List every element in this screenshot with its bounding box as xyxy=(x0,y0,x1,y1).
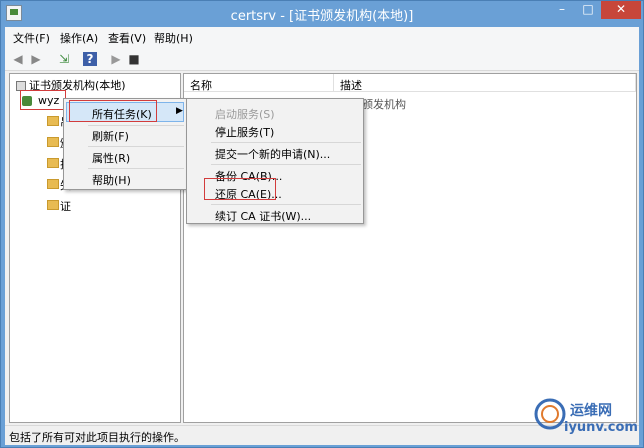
separator xyxy=(88,168,184,169)
separator xyxy=(88,125,184,126)
folder-icon xyxy=(47,158,59,168)
folder-icon xyxy=(47,116,59,126)
menu-help[interactable]: 帮助(H) xyxy=(154,30,193,46)
separator xyxy=(211,142,361,143)
column-name-header[interactable]: 名称 xyxy=(184,74,334,92)
menu-properties[interactable]: 属性(R) xyxy=(92,150,130,166)
selection-highlight-box xyxy=(20,90,66,110)
back-icon[interactable]: ◀ xyxy=(11,52,25,66)
status-text: 包括了所有可对此项目执行的操作。 xyxy=(9,431,185,444)
export-list-icon[interactable]: ⇲ xyxy=(57,52,71,66)
folder-icon xyxy=(47,179,59,189)
menu-file[interactable]: 文件(F) xyxy=(13,30,50,46)
maximize-button[interactable]: □ xyxy=(575,1,601,19)
separator xyxy=(211,204,361,205)
start-service-icon[interactable]: ▶ xyxy=(109,52,123,66)
help-icon[interactable]: ? xyxy=(83,52,97,66)
watermark-logo: 运维网 iyunv.com xyxy=(530,392,638,435)
all-tasks-submenu: 启动服务(S) 停止服务(T) 提交一个新的申请(N)... 备份 CA(B).… xyxy=(186,98,364,224)
menu-renew-ca[interactable]: 续订 CA 证书(W)... xyxy=(215,208,311,224)
menu-submit-request[interactable]: 提交一个新的申请(N)... xyxy=(215,146,330,162)
all-tasks-highlight-box xyxy=(69,100,157,122)
column-desc-header[interactable]: 描述 xyxy=(334,74,636,92)
close-button[interactable]: ✕ xyxy=(601,1,641,19)
tree-child-label[interactable]: 证 xyxy=(60,198,71,214)
title-bar: certsrv - [证书颁发机构(本地)] – □ ✕ xyxy=(1,1,643,27)
watermark-cn: 运维网 xyxy=(570,403,612,419)
menu-bar: 文件(F) 操作(A) 查看(V) 帮助(H) xyxy=(5,27,639,47)
client-area: 文件(F) 操作(A) 查看(V) 帮助(H) ◀ ▶ ⇲ ? ▶ ■ 证书颁发… xyxy=(5,27,639,445)
separator xyxy=(88,146,184,147)
folder-icon xyxy=(47,137,59,147)
menu-view[interactable]: 查看(V) xyxy=(108,30,146,46)
restore-ca-highlight-box xyxy=(204,178,276,200)
folder-icon xyxy=(47,200,59,210)
menu-start-service[interactable]: 启动服务(S) xyxy=(215,106,275,122)
watermark-url: iyunv.com xyxy=(564,420,638,435)
menu-refresh[interactable]: 刷新(F) xyxy=(92,128,129,144)
window-title: certsrv - [证书颁发机构(本地)] xyxy=(230,9,414,24)
minimize-button[interactable]: – xyxy=(549,1,575,19)
submenu-arrow-icon: ▶ xyxy=(176,106,183,116)
menu-help-ctx[interactable]: 帮助(H) xyxy=(92,172,131,188)
stop-service-icon[interactable]: ■ xyxy=(127,52,141,66)
toolbar: ◀ ▶ ⇲ ? ▶ ■ xyxy=(5,47,639,71)
mmc-window: certsrv - [证书颁发机构(本地)] – □ ✕ 文件(F) 操作(A)… xyxy=(0,0,644,448)
menu-action[interactable]: 操作(A) xyxy=(60,30,98,46)
separator xyxy=(211,164,361,165)
menu-stop-service[interactable]: 停止服务(T) xyxy=(215,124,274,140)
forward-icon[interactable]: ▶ xyxy=(29,52,43,66)
